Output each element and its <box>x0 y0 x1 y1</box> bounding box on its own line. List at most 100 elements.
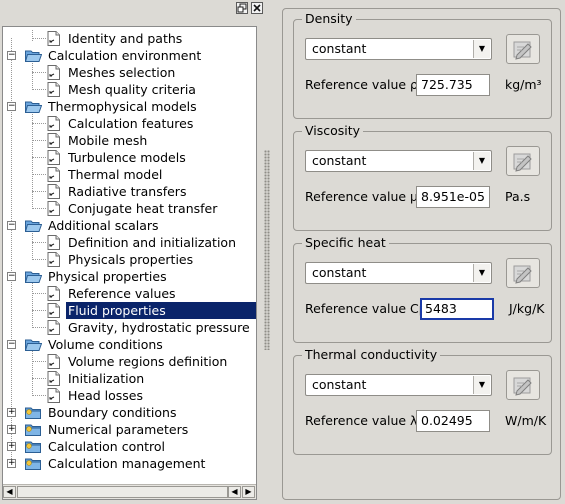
tree-connector <box>32 191 46 192</box>
tree-item[interactable]: Thermal model <box>3 166 256 183</box>
collapse-icon[interactable]: − <box>7 102 16 111</box>
collapse-icon[interactable]: − <box>7 51 16 60</box>
tree-item-label: Additional scalars <box>48 218 159 233</box>
scroll-left-button[interactable]: ◀ <box>228 486 241 498</box>
formula-edit-button[interactable] <box>506 146 540 176</box>
mode-select[interactable]: constant ▼ <box>305 150 492 172</box>
folder-closed-icon <box>25 440 42 453</box>
group-title: Viscosity <box>302 123 364 139</box>
unit-label: W/m/K <box>505 413 547 428</box>
document-icon <box>47 116 60 131</box>
chevron-down-icon[interactable]: ▼ <box>473 152 490 170</box>
reference-value-input[interactable]: 725.735 <box>416 74 490 96</box>
tree-item[interactable]: Fluid properties <box>3 302 256 319</box>
expand-icon[interactable]: + <box>7 408 16 417</box>
tree-item[interactable]: Mobile mesh <box>3 132 256 149</box>
chevron-down-icon[interactable]: ▼ <box>473 376 490 394</box>
mode-select-value: constant <box>312 265 367 280</box>
tree-connector <box>32 89 46 90</box>
tree-category[interactable]: − Additional scalars <box>3 217 256 234</box>
tree-item[interactable]: Radiative transfers <box>3 183 256 200</box>
tree-item[interactable]: Meshes selection <box>3 64 256 81</box>
folder-open-icon <box>24 100 43 113</box>
tree-item[interactable]: Conjugate heat transfer <box>3 200 256 217</box>
mode-select-value: constant <box>312 153 367 168</box>
tree-category[interactable]: + Numerical parameters <box>3 421 256 438</box>
mode-select-value: constant <box>312 377 367 392</box>
tree-category[interactable]: − Thermophysical models <box>3 98 256 115</box>
folder-closed-icon <box>25 423 42 436</box>
tree-item-label: Volume conditions <box>48 337 163 352</box>
reference-value-input[interactable]: 8.951e-05 <box>416 186 490 208</box>
tree-item-label: Calculation control <box>48 439 166 454</box>
reference-value-input[interactable]: 5483 <box>420 298 494 320</box>
document-icon <box>47 184 60 199</box>
reference-value-label: Reference value μ <box>305 189 418 205</box>
group-title: Specific heat <box>302 235 389 251</box>
tree-item-label: Gravity, hydrostatic pressure <box>68 320 250 335</box>
collapse-icon[interactable]: − <box>7 340 16 349</box>
restore-icon <box>237 3 247 13</box>
splitter-handle[interactable] <box>264 150 270 350</box>
document-icon <box>47 252 60 267</box>
tree-item[interactable]: Volume regions definition <box>3 353 256 370</box>
mode-select[interactable]: constant ▼ <box>305 38 492 60</box>
tree-item[interactable]: Definition and initialization <box>3 234 256 251</box>
tree-item[interactable]: Gravity, hydrostatic pressure <box>3 319 256 336</box>
mode-select-value: constant <box>312 41 367 56</box>
expand-icon[interactable]: + <box>7 425 16 434</box>
tree-connector <box>32 242 46 243</box>
tree-item-label: Conjugate heat transfer <box>68 201 218 216</box>
reference-value-text: Reference value <box>305 413 407 428</box>
tree-item[interactable]: Physicals properties <box>3 251 256 268</box>
unit-label: Pa.s <box>505 189 531 204</box>
scroll-left-icon[interactable]: ◀ <box>3 486 16 498</box>
mode-select[interactable]: constant ▼ <box>305 262 492 284</box>
tree-item-label: Turbulence models <box>68 150 186 165</box>
horizontal-scrollbar[interactable]: ◀ ◀ ▶ <box>3 484 256 499</box>
tree-item-label: Calculation environment <box>48 48 202 63</box>
tree-category[interactable]: − Volume conditions <box>3 336 256 353</box>
navigation-tree[interactable]: + Calculation management + Calculation cont… <box>2 26 257 500</box>
mode-select[interactable]: constant ▼ <box>305 374 492 396</box>
tree-item[interactable]: Initialization <box>3 370 256 387</box>
tree-category[interactable]: + Calculation control <box>3 438 256 455</box>
formula-edit-button[interactable] <box>506 34 540 64</box>
tree-item[interactable]: Turbulence models <box>3 149 256 166</box>
float-button[interactable] <box>236 2 248 14</box>
pencil-edit-icon <box>513 265 532 284</box>
tree-item[interactable]: Mesh quality criteria <box>3 81 256 98</box>
tree-category[interactable]: − Physical properties <box>3 268 256 285</box>
close-icon <box>253 4 261 12</box>
chevron-down-icon[interactable]: ▼ <box>473 264 490 282</box>
tree-item-label: Meshes selection <box>68 65 176 80</box>
tree-item-label: Boundary conditions <box>48 405 177 420</box>
tree-connector <box>32 72 46 73</box>
tree-connector <box>32 327 46 328</box>
tree-item[interactable]: Reference values <box>3 285 256 302</box>
expand-icon[interactable]: + <box>7 459 16 468</box>
formula-edit-button[interactable] <box>506 370 540 400</box>
reference-value-input[interactable]: 0.02495 <box>416 410 490 432</box>
tree-item-label: Mobile mesh <box>68 133 148 148</box>
document-icon <box>47 150 60 165</box>
scrollbar-thumb[interactable] <box>17 486 228 498</box>
chevron-down-icon[interactable]: ▼ <box>473 40 490 58</box>
tree-category[interactable]: − Calculation environment <box>3 47 256 64</box>
property-group: Specific heat constant ▼ Reference value Cp… <box>293 235 552 343</box>
tree-connector <box>32 157 46 158</box>
tree-item[interactable]: Head losses <box>3 387 256 404</box>
tree-category[interactable]: + Calculation management <box>3 455 256 472</box>
tree-connector <box>32 293 46 294</box>
tree-item[interactable]: Identity and paths <box>3 30 256 47</box>
folder-closed-icon <box>25 406 42 419</box>
formula-edit-button[interactable] <box>506 258 540 288</box>
tree-category[interactable]: + Boundary conditions <box>3 404 256 421</box>
tree-item[interactable]: Calculation features <box>3 115 256 132</box>
expand-icon[interactable]: + <box>7 442 16 451</box>
collapse-icon[interactable]: − <box>7 221 16 230</box>
collapse-icon[interactable]: − <box>7 272 16 281</box>
scroll-right-button[interactable]: ▶ <box>242 486 255 498</box>
tree-item-label: Thermophysical models <box>48 99 197 114</box>
close-button[interactable] <box>251 2 263 14</box>
